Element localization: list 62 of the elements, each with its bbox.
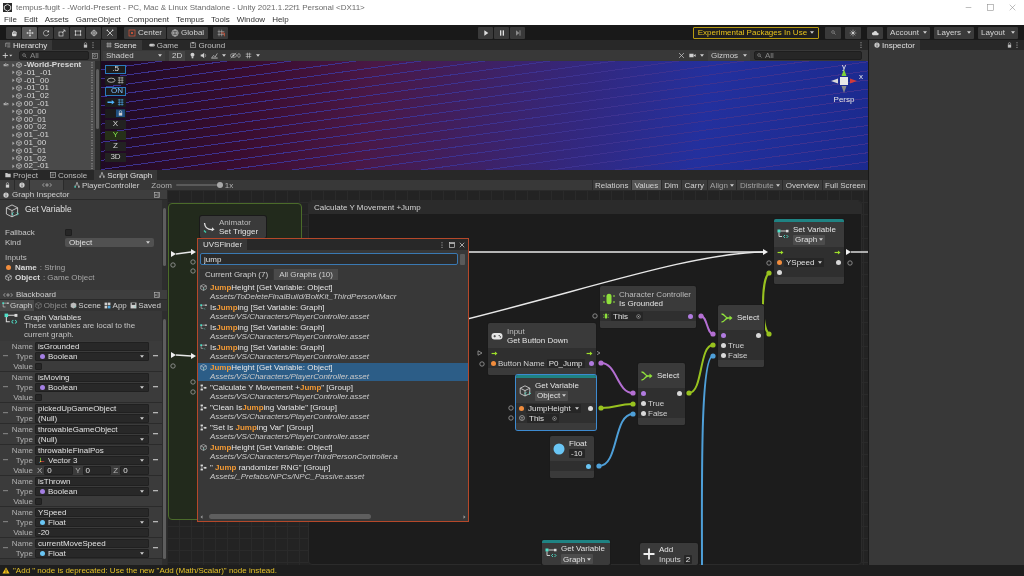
field-label: Value: [12, 496, 34, 506]
field-label: Type: [14, 548, 34, 558]
section-label: Inputs: [5, 252, 28, 262]
input-name: Name: [15, 262, 37, 272]
field-label: Name: [10, 372, 34, 382]
field-label: Type: [14, 351, 34, 361]
node-title: Float: [569, 439, 587, 448]
section-title: Graph Variables: [24, 313, 83, 322]
axis-label: X: [36, 465, 44, 475]
field-label: Kind: [5, 237, 22, 247]
node-category: Character Controller: [619, 289, 692, 299]
input-type: : String: [39, 262, 66, 272]
field-label: Name: [10, 403, 34, 413]
field-label: Name: [10, 424, 34, 434]
port-label: True: [648, 398, 665, 408]
field-label: Type: [14, 382, 34, 392]
field-label: Type: [14, 413, 34, 423]
zoom-reading: 1x: [224, 180, 234, 190]
port-label: False: [648, 408, 668, 418]
node-title: Set Variable: [793, 224, 836, 234]
field-label: Value: [12, 527, 34, 537]
window-title: tempus-fugit - -World-Present - PC, Mac & Linux Standalone - Unity 2021.1.22f1 Personal <DX11>: [16, 2, 365, 12]
status-message: "Add " node is deprecated: Use the new "Add (Math/Scalar)" node instead.: [13, 566, 277, 575]
node-category: Input: [507, 326, 526, 336]
panel-title: Blackboard: [16, 290, 57, 299]
field-label: Value: [12, 361, 34, 371]
field-label: Value: [12, 465, 34, 475]
node-category: Animator: [219, 218, 252, 227]
axis-label: Y: [74, 465, 82, 475]
axis-label: Z: [112, 465, 120, 475]
port-label: True: [728, 340, 745, 350]
field-label: Inputs: [659, 554, 681, 564]
node-title: Set Trigger: [219, 227, 259, 236]
node-title: Get Variable: [561, 544, 605, 553]
section-description: These variables are local to the current graph.: [24, 322, 137, 340]
field-label: Fallback: [5, 227, 36, 237]
field-label: Name: [10, 341, 34, 351]
node-title: Add: [659, 544, 675, 554]
field-label: Type: [14, 517, 34, 527]
field-label: Type: [14, 434, 34, 444]
node-title: Select: [657, 371, 680, 380]
node-title: Get Variable: [25, 204, 72, 214]
axis-label: y: [842, 63, 846, 71]
field-label: Name: [10, 445, 34, 455]
field-label: Type: [14, 486, 34, 496]
field-label: Name: [10, 538, 34, 548]
field-label: Name: [10, 507, 34, 517]
node-title: Get Button Down: [507, 335, 568, 345]
panel-title: Graph Inspector: [12, 190, 70, 199]
field-label: Name: [10, 476, 34, 486]
node-title: Is Grounded: [619, 298, 665, 308]
field-label: Value: [12, 392, 34, 402]
group-title: Calculate Y Movement +Jump: [314, 203, 421, 212]
port-label: Button Name: [498, 358, 545, 368]
input-type: : Game Object: [42, 272, 95, 282]
node-title: Select: [737, 313, 760, 322]
axis-label: x: [859, 72, 863, 81]
zoom-label: Zoom: [151, 180, 172, 190]
field-label: Type: [14, 455, 34, 465]
node-title: Get Variable: [535, 380, 579, 390]
input-name: Object: [15, 272, 40, 282]
port-label: False: [728, 350, 748, 360]
